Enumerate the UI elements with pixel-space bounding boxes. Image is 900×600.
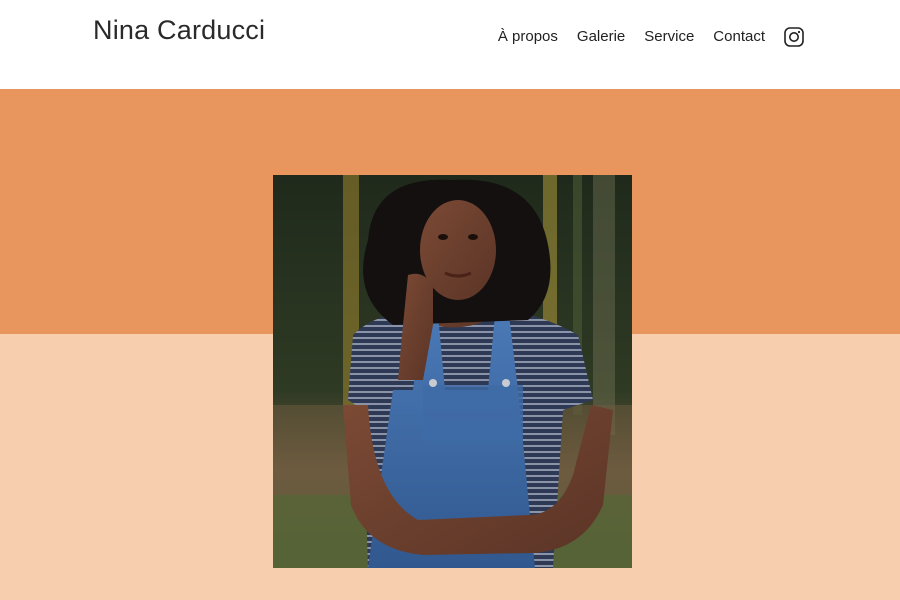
site-header: Nina Carducci À propos Galerie Service C…: [0, 0, 900, 89]
nav-link-contact[interactable]: Contact: [713, 26, 765, 48]
page: Nina Carducci À propos Galerie Service C…: [0, 0, 900, 600]
site-brand[interactable]: Nina Carducci: [93, 15, 265, 46]
nav-link-service[interactable]: Service: [644, 26, 694, 48]
portrait-photo: [273, 175, 632, 568]
instagram-icon[interactable]: [784, 27, 804, 47]
main-nav: À propos Galerie Service Contact: [498, 26, 804, 48]
nav-link-a-propos[interactable]: À propos: [498, 26, 558, 48]
nav-link-galerie[interactable]: Galerie: [577, 26, 625, 48]
